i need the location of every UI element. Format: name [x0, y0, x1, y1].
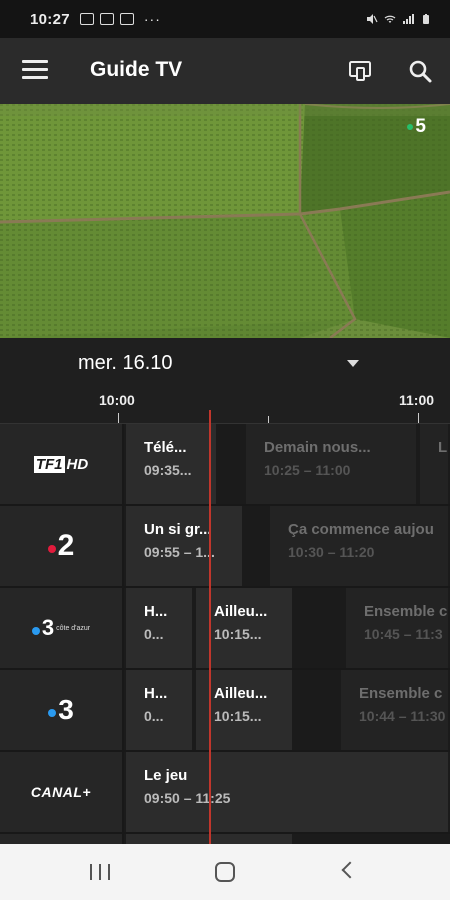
tf1-logo: TF1 HD: [33, 455, 89, 473]
channel-row-canalplus: CANAL+ Le jeu 09:50 – 11:25: [0, 752, 450, 834]
page-title: Guide TV: [90, 58, 183, 81]
notification-icons: [79, 13, 134, 25]
program-title: Ailleu...: [214, 603, 268, 620]
signal-icon: [403, 14, 414, 24]
tick-minor: [268, 416, 269, 423]
system-icons: [366, 13, 432, 25]
program-title: Ensemble c: [359, 685, 443, 702]
program-title: Un si gr...: [144, 521, 212, 538]
program-time: 0...: [144, 626, 164, 642]
program-cell[interactable]: H... 0...: [126, 670, 194, 750]
program-title: Ailleu...: [214, 685, 268, 702]
program-time: 10:25 – 11:00: [264, 462, 351, 478]
program-cell[interactable]: Télé... 09:35...: [126, 424, 218, 504]
battery-icon: [423, 14, 429, 24]
program-cell[interactable]: Ensemble c 10:44 – 11:30: [341, 670, 450, 750]
program-cell[interactable]: Un si gr... 09:55 – 1...: [126, 506, 244, 586]
voicemail-icon: [119, 13, 134, 25]
status-time: 10:27: [30, 10, 70, 28]
tick-major: [118, 413, 119, 423]
nav-back-icon[interactable]: [341, 861, 359, 879]
channel-logo-tf1[interactable]: TF1 HD: [0, 424, 124, 504]
channel-logo-france3-cote-azur[interactable]: 3 côte d'azur: [0, 588, 124, 668]
video-frame: [0, 104, 450, 338]
dropdown-icon[interactable]: [347, 360, 359, 367]
canalplus-logo: CANAL+: [30, 784, 92, 800]
program-grid[interactable]: TF1 HD Télé... 09:35... Demain nous... 10…: [0, 424, 450, 844]
program-cell[interactable]: Demain nous... 10:25 – 11:00: [246, 424, 418, 504]
program-title: Ensemble c: [364, 603, 448, 620]
wifi-icon: [384, 15, 396, 23]
program-title: Le jeu: [144, 767, 188, 784]
program-time: 09:50 – 11:25: [144, 790, 231, 806]
channel-logo-france3[interactable]: 3: [0, 670, 124, 750]
channel-row-tf1: TF1 HD Télé... 09:35... Demain nous... 10…: [0, 424, 450, 506]
channel-row-france3: 3 H... 0... Ailleu... 10:15... Ensemble …: [0, 670, 450, 752]
program-time: 0...: [144, 708, 164, 724]
program-title: H...: [144, 603, 168, 620]
program-cell[interactable]: Ensemble c 10:45 – 11:3: [346, 588, 450, 668]
program-time: 09:35...: [144, 462, 192, 478]
program-title: Demain nous...: [264, 439, 371, 456]
search-icon[interactable]: [407, 58, 433, 84]
menu-icon[interactable]: [22, 60, 48, 80]
video-player[interactable]: 5: [0, 104, 450, 338]
channel-row-partial: [0, 834, 450, 844]
program-cell[interactable]: L: [420, 424, 450, 504]
date-selector[interactable]: mer. 16.10: [0, 338, 450, 388]
program-time: 10:45 – 11:3: [364, 626, 443, 642]
app-bar: Guide TV: [0, 38, 450, 104]
timeline: 10:00 11:00: [0, 388, 450, 424]
nav-recents-icon[interactable]: [90, 864, 110, 880]
program-time: 10:15...: [214, 626, 262, 642]
date-label: mer. 16.10: [78, 352, 173, 374]
status-bar: 10:27 ···: [0, 0, 450, 38]
tick-label-10: 10:00: [99, 392, 135, 408]
program-title: L: [438, 439, 448, 456]
france3-cote-azur-logo: 3 côte d'azur: [31, 615, 90, 641]
cast-icon[interactable]: [347, 58, 373, 84]
mute-icon: [367, 14, 378, 24]
program-cell[interactable]: Ça commence aujou 10:30 – 11:20: [270, 506, 450, 586]
program-time: 10:15...: [214, 708, 262, 724]
program-time: 10:30 – 11:20: [288, 544, 375, 560]
channel-logo-partial[interactable]: [0, 834, 124, 844]
tick-major: [418, 413, 419, 423]
tick-label-11: 11:00: [399, 392, 435, 408]
program-cell[interactable]: Le jeu 09:50 – 11:25: [126, 752, 450, 832]
program-title: H...: [144, 685, 168, 702]
channel-row-france3-cote-azur: 3 côte d'azur H... 0... Ailleu... 10:15..…: [0, 588, 450, 670]
voicemail-icon: [99, 13, 114, 25]
france2-logo: 2: [47, 529, 74, 563]
program-cell[interactable]: H... 0...: [126, 588, 194, 668]
channel-logo-canalplus[interactable]: CANAL+: [0, 752, 124, 832]
channel-number: 5: [415, 116, 426, 137]
program-time: 10:44 – 11:30: [359, 708, 446, 724]
current-time-indicator: [209, 410, 211, 844]
program-title: Ça commence aujou: [288, 521, 434, 538]
program-title: Télé...: [144, 439, 187, 456]
system-nav-bar: [0, 844, 450, 900]
more-notifications-icon: ···: [143, 11, 161, 27]
france5-dot-icon: [407, 124, 414, 130]
france3-logo: 3: [48, 694, 74, 726]
gallery-icon: [79, 13, 94, 25]
channel-logo-overlay: 5: [407, 116, 426, 138]
channel-row-france2: 2 Un si gr... 09:55 – 1... Ça commence a…: [0, 506, 450, 588]
program-time: 09:55 – 1...: [144, 544, 215, 560]
channel-logo-france2[interactable]: 2: [0, 506, 124, 586]
nav-home-icon[interactable]: [215, 862, 235, 882]
